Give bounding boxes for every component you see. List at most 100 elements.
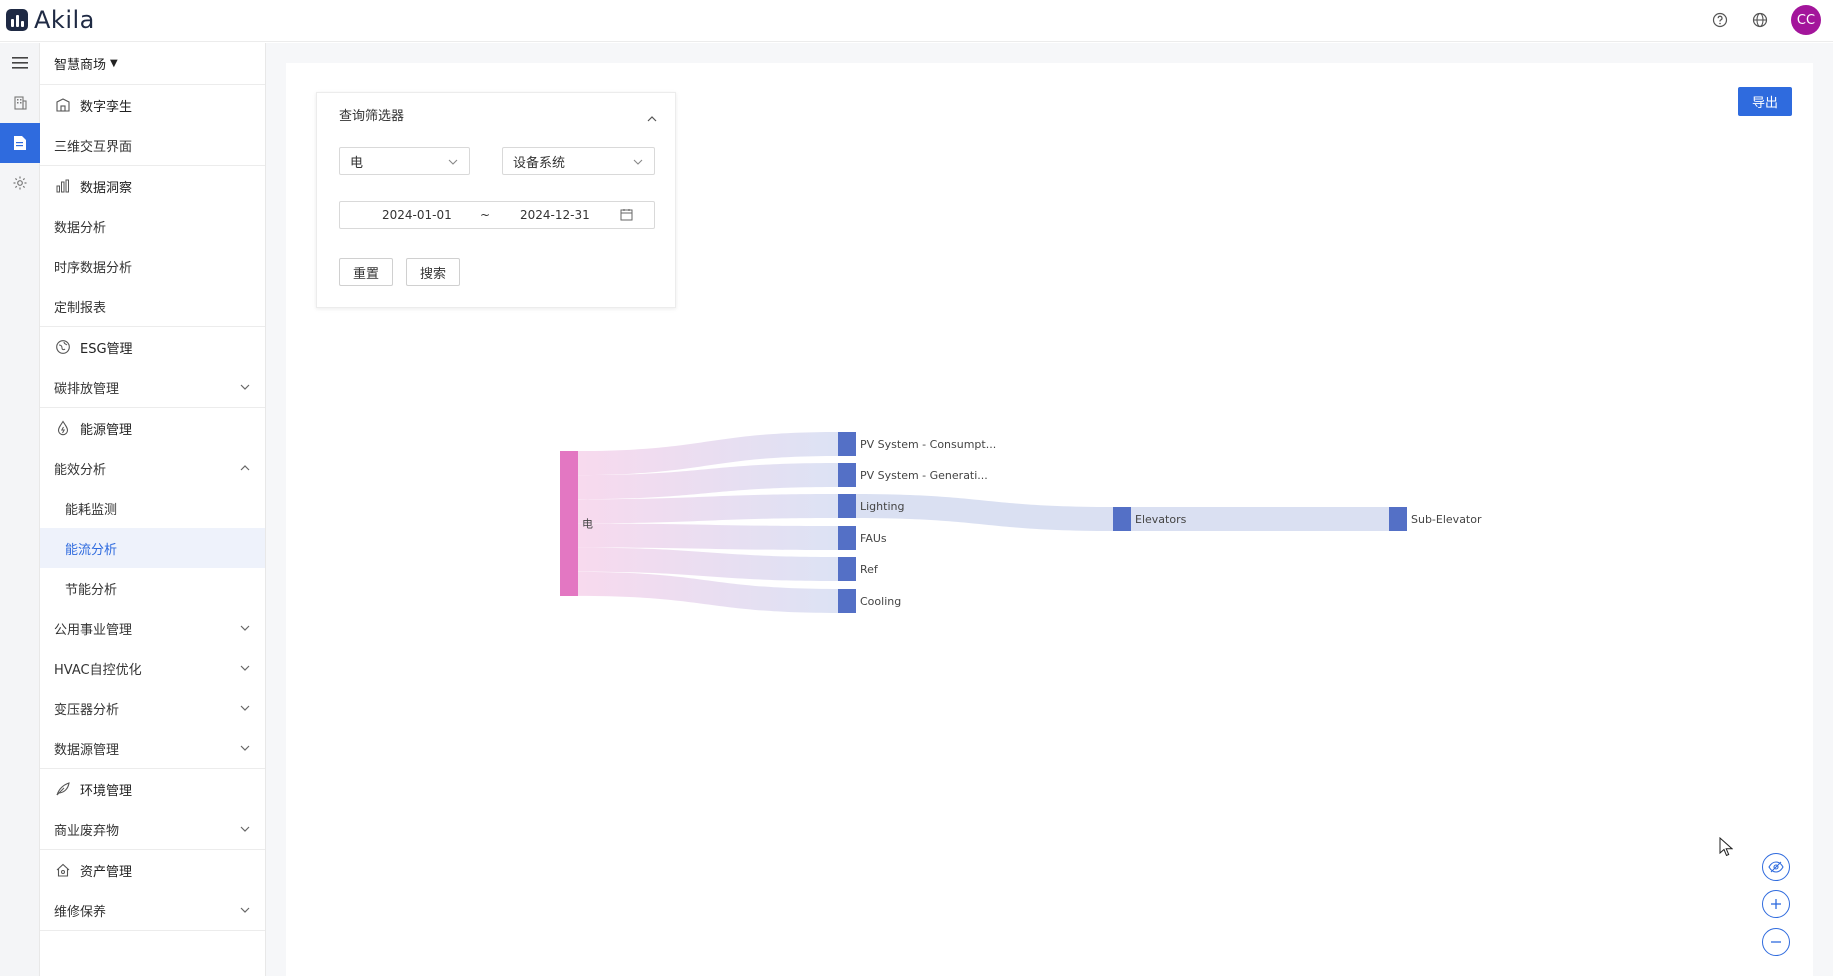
sidebar: 智慧商场 ▼ 数字孪生 三维交互界面 数据洞察 数据分析 时序数据分析 定制报表… xyxy=(40,43,266,976)
caret-down-icon: ▼ xyxy=(110,58,118,69)
sidebar-item-3d-interface[interactable]: 三维交互界面 xyxy=(40,125,265,165)
nav-group-esg: ESG管理 碳排放管理 xyxy=(40,327,265,408)
chevron-up-icon xyxy=(239,462,251,474)
top-bar: Akila CC xyxy=(0,0,1833,42)
sidebar-item-consumption-monitor[interactable]: 能耗监测 xyxy=(40,488,265,528)
building-icon xyxy=(54,96,72,114)
date-start: 2024-01-01 xyxy=(382,208,452,222)
sidebar-item-label: 能耗监测 xyxy=(65,502,118,518)
bar-chart-icon xyxy=(54,177,72,195)
chevron-up-icon[interactable] xyxy=(647,107,657,126)
sidebar-item-label: 变压器分析 xyxy=(54,702,120,718)
globe-leaf-icon xyxy=(54,338,72,356)
user-avatar[interactable]: CC xyxy=(1791,5,1821,35)
sidebar-item-utility[interactable]: 公用事业管理 xyxy=(40,608,265,648)
sankey-node-label: 电 xyxy=(582,518,593,531)
sankey-node-label: Cooling xyxy=(860,595,901,608)
sidebar-item-label: 节能分析 xyxy=(65,582,118,598)
language-globe-icon[interactable] xyxy=(1751,11,1769,29)
sidebar-item-efficiency[interactable]: 能效分析 xyxy=(40,448,265,488)
nav-group-header: 数据洞察 xyxy=(40,166,265,206)
sidebar-item-label: 能流分析 xyxy=(65,542,118,558)
site-selector-label: 智慧商场 xyxy=(54,58,107,73)
nav-group-title: 数据洞察 xyxy=(80,180,133,196)
sidebar-item-energy-flow[interactable]: 能流分析 xyxy=(40,528,265,568)
zoom-in-icon[interactable] xyxy=(1762,890,1790,918)
sidebar-item-label: 时序数据分析 xyxy=(54,260,133,276)
visibility-off-icon[interactable] xyxy=(1762,853,1790,881)
sankey-node[interactable] xyxy=(838,463,856,487)
date-range-picker[interactable]: 2024-01-01 ~ 2024-12-31 xyxy=(339,201,655,229)
sidebar-item-label: 能效分析 xyxy=(54,462,107,478)
sankey-node-label: PV System - Generati... xyxy=(860,469,988,482)
calendar-icon xyxy=(620,208,633,224)
sankey-node[interactable] xyxy=(838,589,856,613)
site-selector[interactable]: 智慧商场 ▼ xyxy=(40,43,265,85)
reset-button[interactable]: 重置 xyxy=(339,258,393,286)
sankey-node[interactable] xyxy=(838,494,856,518)
grouping-select[interactable]: 设备系统 xyxy=(502,147,655,175)
sidebar-item-saving-analysis[interactable]: 节能分析 xyxy=(40,568,265,608)
sidebar-item-label: 数据源管理 xyxy=(54,742,120,758)
help-icon[interactable] xyxy=(1711,11,1729,29)
sidebar-item-label: 维修保养 xyxy=(54,904,107,920)
nav-group-title: ESG管理 xyxy=(80,341,133,357)
sankey-node[interactable] xyxy=(838,432,856,456)
sankey-node[interactable] xyxy=(838,526,856,550)
sidebar-item-datasource[interactable]: 数据源管理 xyxy=(40,728,265,768)
sankey-link[interactable] xyxy=(578,523,838,551)
sidebar-item-label: 数据分析 xyxy=(54,220,107,236)
brand-name: Akila xyxy=(34,6,95,34)
settings-gear-icon[interactable] xyxy=(0,163,40,203)
nav-group-energy: 能源管理 能效分析 能耗监测 能流分析 节能分析 公用事业管理 HVAC自控优化… xyxy=(40,408,265,769)
sidebar-item-custom-report[interactable]: 定制报表 xyxy=(40,286,265,326)
sidebar-item-data-analysis[interactable]: 数据分析 xyxy=(40,206,265,246)
sankey-node[interactable] xyxy=(1389,507,1407,531)
sankey-node-label: Ref xyxy=(860,563,879,576)
chevron-down-icon xyxy=(447,156,459,168)
akila-logo-icon xyxy=(6,9,28,31)
chevron-down-icon xyxy=(239,904,251,916)
sankey-node-label: Elevators xyxy=(1135,513,1187,526)
nav-group-digital-twin: 数字孪生 三维交互界面 xyxy=(40,85,265,166)
zoom-out-icon[interactable] xyxy=(1762,928,1790,956)
sankey-node[interactable] xyxy=(560,451,578,596)
nav-group-title: 能源管理 xyxy=(80,422,133,438)
nav-group-title: 数字孪生 xyxy=(80,99,133,115)
sidebar-item-label: HVAC自控优化 xyxy=(54,662,142,678)
chevron-down-icon xyxy=(632,156,644,168)
chevron-down-icon xyxy=(239,823,251,835)
chevron-down-icon xyxy=(239,381,251,393)
nav-group-header: ESG管理 xyxy=(40,327,265,367)
sidebar-item-maintenance[interactable]: 维修保养 xyxy=(40,890,265,930)
nav-group-environment: 环境管理 商业废弃物 xyxy=(40,769,265,850)
nav-group-header: 环境管理 xyxy=(40,769,265,809)
sidebar-item-label: 公用事业管理 xyxy=(54,622,133,638)
nav-group-header: 数字孪生 xyxy=(40,85,265,125)
brand[interactable]: Akila xyxy=(6,8,95,32)
sankey-node-label: Sub-Elevator xyxy=(1411,513,1482,526)
chevron-down-icon xyxy=(239,622,251,634)
filter-title: 查询筛选器 xyxy=(339,109,405,124)
sankey-node-label: FAUs xyxy=(860,532,887,545)
sidebar-item-transformer[interactable]: 变压器分析 xyxy=(40,688,265,728)
sankey-node[interactable] xyxy=(1113,507,1131,531)
chevron-down-icon xyxy=(239,742,251,754)
chevron-down-icon xyxy=(239,662,251,674)
sankey-node-label: Lighting xyxy=(860,500,904,513)
nav-group-title: 资产管理 xyxy=(80,864,133,880)
sidebar-item-label: 三维交互界面 xyxy=(54,139,133,155)
energy-type-select[interactable]: 电 xyxy=(339,147,470,175)
sankey-node[interactable] xyxy=(838,557,856,581)
sidebar-item-carbon[interactable]: 碳排放管理 xyxy=(40,367,265,407)
menu-toggle-icon[interactable] xyxy=(0,43,40,83)
sidebar-item-waste[interactable]: 商业废弃物 xyxy=(40,809,265,849)
sidebar-item-timeseries[interactable]: 时序数据分析 xyxy=(40,246,265,286)
sidebar-item-label: 碳排放管理 xyxy=(54,381,120,397)
building-rail-icon[interactable] xyxy=(0,83,40,123)
sidebar-item-hvac[interactable]: HVAC自控优化 xyxy=(40,648,265,688)
export-button[interactable]: 导出 xyxy=(1738,87,1792,116)
document-rail-icon[interactable] xyxy=(0,123,40,163)
search-button[interactable]: 搜索 xyxy=(406,258,460,286)
nav-group-header: 资产管理 xyxy=(40,850,265,890)
